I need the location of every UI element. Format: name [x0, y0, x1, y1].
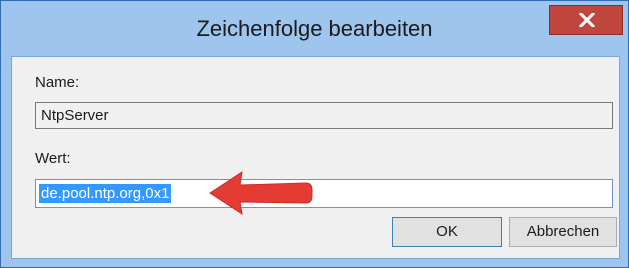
value-label: Wert:	[35, 150, 71, 167]
red-arrow-icon	[209, 170, 313, 216]
close-button[interactable]	[549, 5, 623, 35]
name-field: NtpServer	[35, 102, 613, 129]
dialog-body: Name: NtpServer Wert: de.pool.ntp.org,0x…	[11, 56, 620, 259]
dialog-title: Zeichenfolge bearbeiten	[196, 16, 433, 41]
close-icon	[579, 13, 595, 27]
edit-string-dialog: Zeichenfolge bearbeiten Name: NtpServer …	[0, 0, 629, 268]
ok-button[interactable]: OK	[392, 217, 502, 247]
title-bar[interactable]: Zeichenfolge bearbeiten	[1, 1, 628, 56]
value-text-selected: de.pool.ntp.org,0x1	[39, 184, 172, 203]
cancel-button[interactable]: Abbrechen	[509, 217, 617, 247]
name-label: Name:	[35, 74, 80, 91]
name-value: NtpServer	[41, 107, 109, 124]
value-input[interactable]: de.pool.ntp.org,0x1	[35, 179, 613, 208]
